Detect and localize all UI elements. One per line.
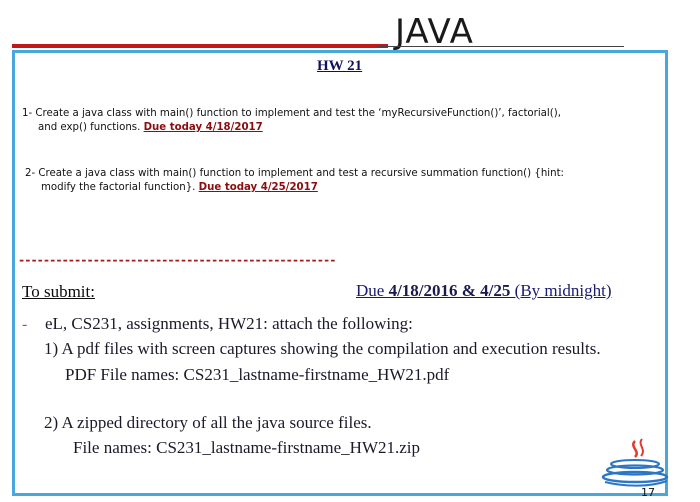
hw-title: HW 21 — [317, 58, 363, 74]
to-submit-heading: To submit: — [22, 282, 95, 301]
assignment-item-1-line2: and exp() functions. Due today 4/18/2017 — [22, 121, 662, 135]
due-prefix: Due — [356, 281, 389, 300]
submission-due-line: Due 4/18/2016 & 4/25 (By midnight) — [356, 281, 611, 301]
java-coffee-logo-icon — [601, 438, 669, 487]
assignment-item-1-line2-text: and exp() functions. — [38, 122, 144, 133]
assignment-item-2: 2- Create a java class with main() funct… — [25, 167, 665, 195]
bullet-dash: - — [22, 316, 28, 333]
assignment-item-1-due: Due today 4/18/2017 — [143, 122, 263, 133]
slide: JAVA HW 21 1- Create a java class with m… — [0, 0, 700, 502]
page-number: 17 — [641, 486, 655, 499]
dashed-divider: ----------------------------------------… — [18, 253, 336, 267]
due-dates: 4/18/2016 & 4/25 — [388, 281, 511, 300]
assignment-item-1-line1: 1- Create a java class with main() funct… — [22, 108, 561, 119]
assignment-item-2-due: Due today 4/25/2017 — [198, 182, 318, 193]
assignment-item-1: 1- Create a java class with main() funct… — [22, 107, 662, 135]
assignment-item-2-line2: modify the factorial function}. Due toda… — [25, 181, 665, 195]
submission-item-pdf: 1) A pdf files with screen captures show… — [44, 339, 601, 358]
submission-pdf-filenames: PDF File names: CS231_lastname-firstname… — [65, 365, 450, 384]
assignment-item-2-line1: 2- Create a java class with main() funct… — [25, 168, 564, 179]
title-accent-bar — [12, 44, 388, 48]
assignment-item-2-line2-text: modify the factorial function}. — [41, 182, 199, 193]
title-underline — [378, 46, 624, 47]
submission-zip-filenames: File names: CS231_lastname-firstname_HW2… — [73, 438, 421, 457]
due-suffix: (By midnight) — [510, 281, 612, 300]
submission-intro: eL, CS231, assignments, HW21: attach the… — [45, 314, 413, 333]
submission-item-zip: 2) A zipped directory of all the java so… — [44, 413, 372, 432]
